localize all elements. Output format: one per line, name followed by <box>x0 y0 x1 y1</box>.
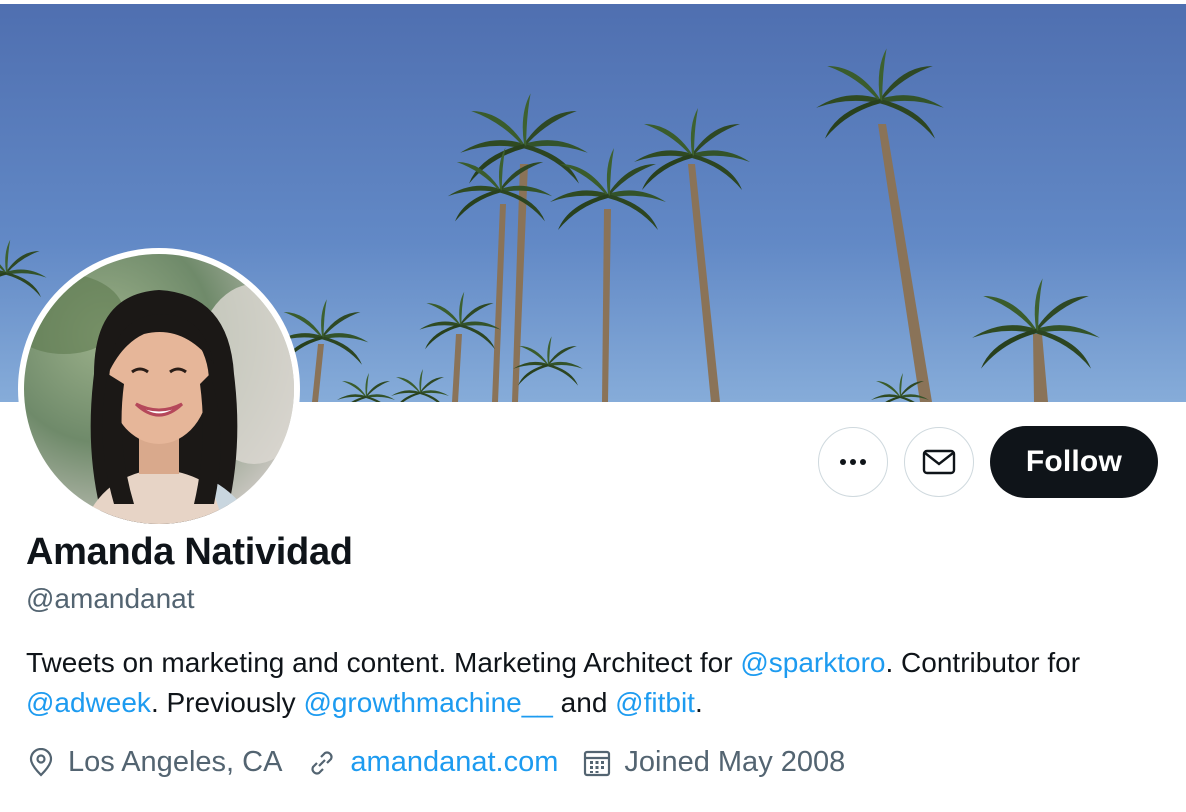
bio-text: . <box>694 687 703 718</box>
avatar-photo <box>24 254 294 524</box>
mail-icon <box>922 449 956 475</box>
profile-meta: Los Angeles, CA amandanat.com Joined May… <box>26 746 869 779</box>
bio-text: and <box>552 687 616 718</box>
profile-bio: Tweets on marketing and content. Marketi… <box>26 643 1166 723</box>
more-options-button[interactable] <box>817 427 888 497</box>
joined-item: Joined May 2008 <box>582 746 845 779</box>
website-link[interactable]: amandanat.com <box>350 746 558 779</box>
mention-link[interactable]: @fitbit <box>615 687 695 718</box>
calendar-icon <box>584 750 611 776</box>
bio-text: . Previously <box>150 687 304 718</box>
mention-link[interactable]: @adweek <box>26 687 151 718</box>
website-item: amandanat.com <box>306 746 558 779</box>
joined-text: Joined May 2008 <box>624 746 846 778</box>
bio-text: Tweets on marketing and content. Marketi… <box>26 647 741 678</box>
location-text: Los Angeles, CA <box>68 746 283 778</box>
link-icon <box>311 750 333 775</box>
mention-link[interactable]: @growthmachine__ <box>303 687 552 718</box>
message-button[interactable] <box>903 427 974 497</box>
follow-button[interactable]: Follow <box>989 426 1158 498</box>
location-item: Los Angeles, CA <box>26 746 282 779</box>
more-horizontal-icon <box>839 459 866 465</box>
profile-handle: @amandanat <box>26 583 195 614</box>
profile-actions: Follow <box>817 426 1158 498</box>
location-pin-icon <box>29 747 53 777</box>
mention-link[interactable]: @sparktoro <box>740 647 885 678</box>
profile-name: Amanda Natividad <box>26 531 353 573</box>
bio-text: . Contributor for <box>885 647 1081 678</box>
profile-avatar[interactable] <box>18 248 300 530</box>
